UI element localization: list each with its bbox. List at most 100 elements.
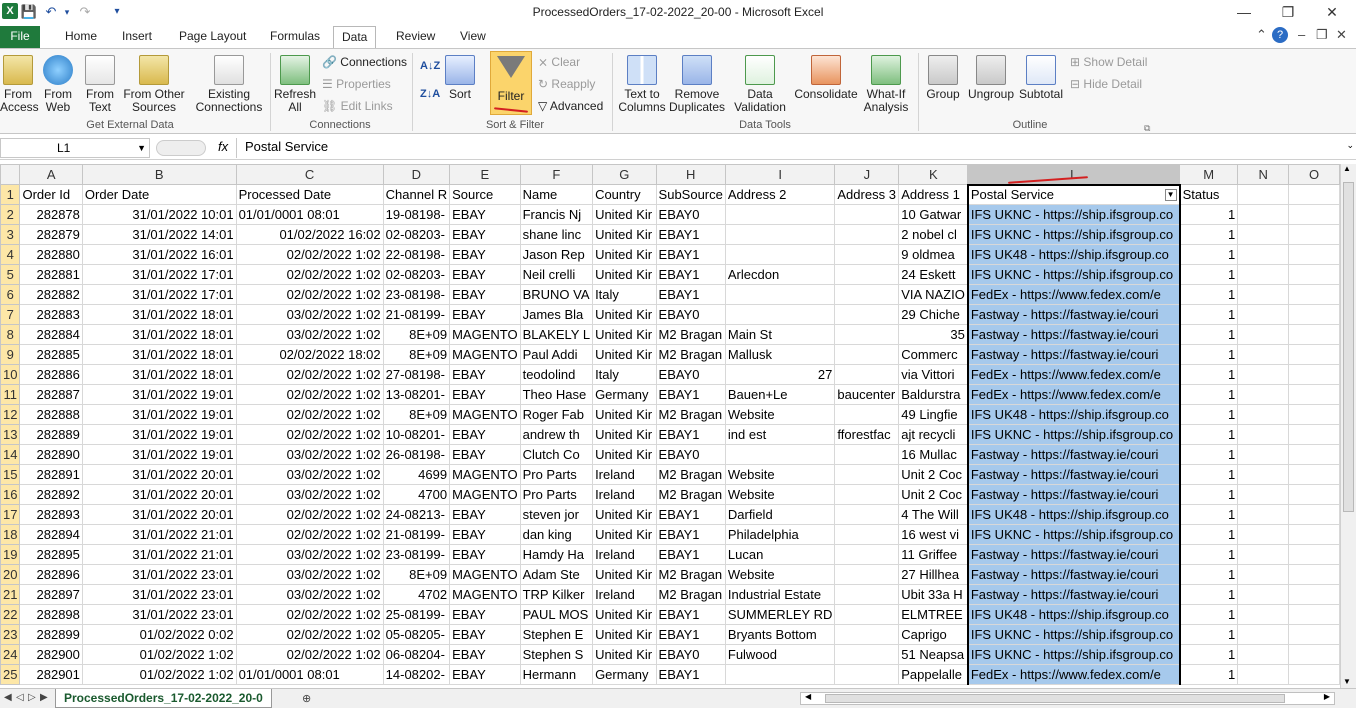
cell[interactable]: EBAY bbox=[449, 504, 521, 525]
column-header-i[interactable]: I bbox=[724, 164, 836, 185]
minimize-ribbon-icon[interactable]: ⌃ bbox=[1256, 27, 1267, 43]
cell[interactable]: 282899 bbox=[19, 624, 83, 645]
cell[interactable]: 31/01/2022 21:01 bbox=[81, 544, 237, 565]
cell[interactable]: 02/02/2022 1:02 bbox=[235, 644, 384, 665]
cell[interactable]: Clutch Co bbox=[519, 444, 594, 465]
cell[interactable]: 23-08198- bbox=[382, 284, 451, 305]
group-button[interactable]: Group bbox=[922, 55, 964, 101]
cell[interactable]: 26-08198- bbox=[382, 444, 451, 465]
cell[interactable] bbox=[834, 624, 900, 645]
cell[interactable]: FedEx - https://www.fedex.com/e bbox=[966, 284, 1181, 305]
cell[interactable]: EBAY bbox=[449, 444, 521, 465]
cell[interactable]: fforestfac bbox=[834, 424, 900, 445]
cell[interactable]: Pappelalle bbox=[898, 664, 969, 685]
cell[interactable]: TRP Kilker bbox=[519, 584, 594, 605]
cell[interactable]: MAGENTO bbox=[449, 324, 521, 345]
cell[interactable]: United Kir bbox=[592, 304, 657, 325]
cell[interactable]: Pro Parts bbox=[519, 484, 594, 505]
cell[interactable]: Roger Fab bbox=[519, 404, 594, 425]
cell[interactable]: Fastway - https://fastway.ie/couri bbox=[966, 584, 1181, 605]
from-web-button[interactable]: From Web bbox=[40, 55, 76, 114]
cell[interactable]: 8E+09 bbox=[382, 404, 451, 425]
cell[interactable]: United Kir bbox=[592, 224, 657, 245]
cell[interactable]: Fastway - https://fastway.ie/couri bbox=[966, 564, 1181, 585]
cell[interactable]: via Vittori bbox=[898, 364, 969, 385]
cell[interactable]: Website bbox=[724, 484, 836, 505]
cell[interactable] bbox=[1237, 384, 1290, 405]
cell[interactable] bbox=[1288, 504, 1340, 525]
cell[interactable]: 1 bbox=[1179, 484, 1239, 505]
cell[interactable] bbox=[834, 524, 900, 545]
column-title-cell[interactable]: Channel R bbox=[382, 184, 451, 205]
cell[interactable]: EBAY0 bbox=[655, 204, 726, 225]
cell[interactable]: 19-08198- bbox=[382, 204, 451, 225]
cell[interactable] bbox=[834, 264, 900, 285]
cell[interactable]: SUMMERLEY RD bbox=[724, 604, 836, 625]
cell[interactable]: 8E+09 bbox=[382, 344, 451, 365]
filter-dropdown-icon[interactable]: ▼ bbox=[1164, 188, 1177, 201]
row-header[interactable]: 25 bbox=[0, 664, 21, 685]
cell[interactable]: 282887 bbox=[19, 384, 83, 405]
row-header[interactable]: 1 bbox=[0, 184, 21, 205]
cell[interactable] bbox=[1237, 544, 1290, 565]
cell[interactable]: 282891 bbox=[19, 464, 83, 485]
cell[interactable]: Hermann bbox=[519, 664, 594, 685]
last-sheet-icon[interactable]: ▶ bbox=[40, 692, 48, 703]
cell[interactable]: 22-08198- bbox=[382, 244, 451, 265]
column-header-d[interactable]: D bbox=[382, 164, 451, 185]
cell[interactable]: United Kir bbox=[592, 424, 657, 445]
row-header[interactable]: 20 bbox=[0, 564, 21, 585]
row-header[interactable]: 21 bbox=[0, 584, 21, 605]
cell[interactable]: 11 Griffee bbox=[898, 544, 969, 565]
row-header[interactable]: 14 bbox=[0, 444, 21, 465]
cell[interactable]: VIA NAZIO bbox=[898, 284, 969, 305]
scroll-right-icon[interactable]: ▶ bbox=[1324, 692, 1330, 701]
cell[interactable]: Ireland bbox=[592, 584, 657, 605]
cell[interactable]: 1 bbox=[1179, 384, 1239, 405]
cell[interactable]: United Kir bbox=[592, 324, 657, 345]
cell[interactable]: 02/02/2022 1:02 bbox=[235, 524, 384, 545]
cell[interactable]: 1 bbox=[1179, 264, 1239, 285]
cell[interactable]: 10-08201- bbox=[382, 424, 451, 445]
cell[interactable]: 31/01/2022 14:01 bbox=[81, 224, 237, 245]
cell[interactable]: EBAY1 bbox=[655, 384, 726, 405]
cell[interactable]: 02/02/2022 1:02 bbox=[235, 264, 384, 285]
cell[interactable]: 282889 bbox=[19, 424, 83, 445]
formula-input[interactable]: Postal Service bbox=[236, 138, 1342, 158]
cell[interactable] bbox=[834, 304, 900, 325]
column-title-cell[interactable]: Order Id bbox=[19, 184, 83, 205]
cell[interactable]: IFS UK48 - https://ship.ifsgroup.co bbox=[966, 504, 1181, 525]
cell[interactable]: 1 bbox=[1179, 624, 1239, 645]
cell[interactable]: United Kir bbox=[592, 564, 657, 585]
cell[interactable] bbox=[724, 664, 836, 685]
cell[interactable]: 282879 bbox=[19, 224, 83, 245]
row-header[interactable]: 18 bbox=[0, 524, 21, 545]
cell[interactable] bbox=[834, 404, 900, 425]
tab-view[interactable]: View bbox=[452, 26, 494, 48]
cell[interactable]: EBAY bbox=[449, 624, 521, 645]
cell[interactable]: 02-08203- bbox=[382, 264, 451, 285]
tab-formulas[interactable]: Formulas bbox=[262, 26, 328, 48]
cell[interactable]: 03/02/2022 1:02 bbox=[235, 324, 384, 345]
cell[interactable] bbox=[834, 484, 900, 505]
cell[interactable]: 02/02/2022 1:02 bbox=[235, 364, 384, 385]
column-title-cell[interactable]: Status bbox=[1179, 184, 1239, 205]
cell[interactable]: ELMTREE bbox=[898, 604, 969, 625]
cell[interactable]: IFS UK48 - https://ship.ifsgroup.co bbox=[966, 604, 1181, 625]
what-if-analysis-button[interactable]: What-If Analysis bbox=[860, 55, 912, 114]
cell[interactable]: 31/01/2022 20:01 bbox=[81, 464, 237, 485]
cell[interactable] bbox=[1237, 504, 1290, 525]
cell[interactable]: 31/01/2022 23:01 bbox=[81, 604, 237, 625]
cell[interactable]: 31/01/2022 23:01 bbox=[81, 564, 237, 585]
cell[interactable]: 1 bbox=[1179, 364, 1239, 385]
prev-sheet-icon[interactable]: ◁ bbox=[16, 692, 24, 703]
cell[interactable] bbox=[1237, 644, 1290, 665]
column-title-cell[interactable]: Order Date bbox=[81, 184, 237, 205]
remove-duplicates-button[interactable]: Remove Duplicates bbox=[668, 55, 726, 114]
cell[interactable]: EBAY bbox=[449, 544, 521, 565]
cell[interactable]: 1 bbox=[1179, 224, 1239, 245]
cell[interactable] bbox=[1237, 344, 1290, 365]
cell[interactable]: 02/02/2022 1:02 bbox=[235, 404, 384, 425]
clear-button[interactable]: ⨯ Clear bbox=[538, 55, 580, 69]
cell[interactable] bbox=[1237, 404, 1290, 425]
